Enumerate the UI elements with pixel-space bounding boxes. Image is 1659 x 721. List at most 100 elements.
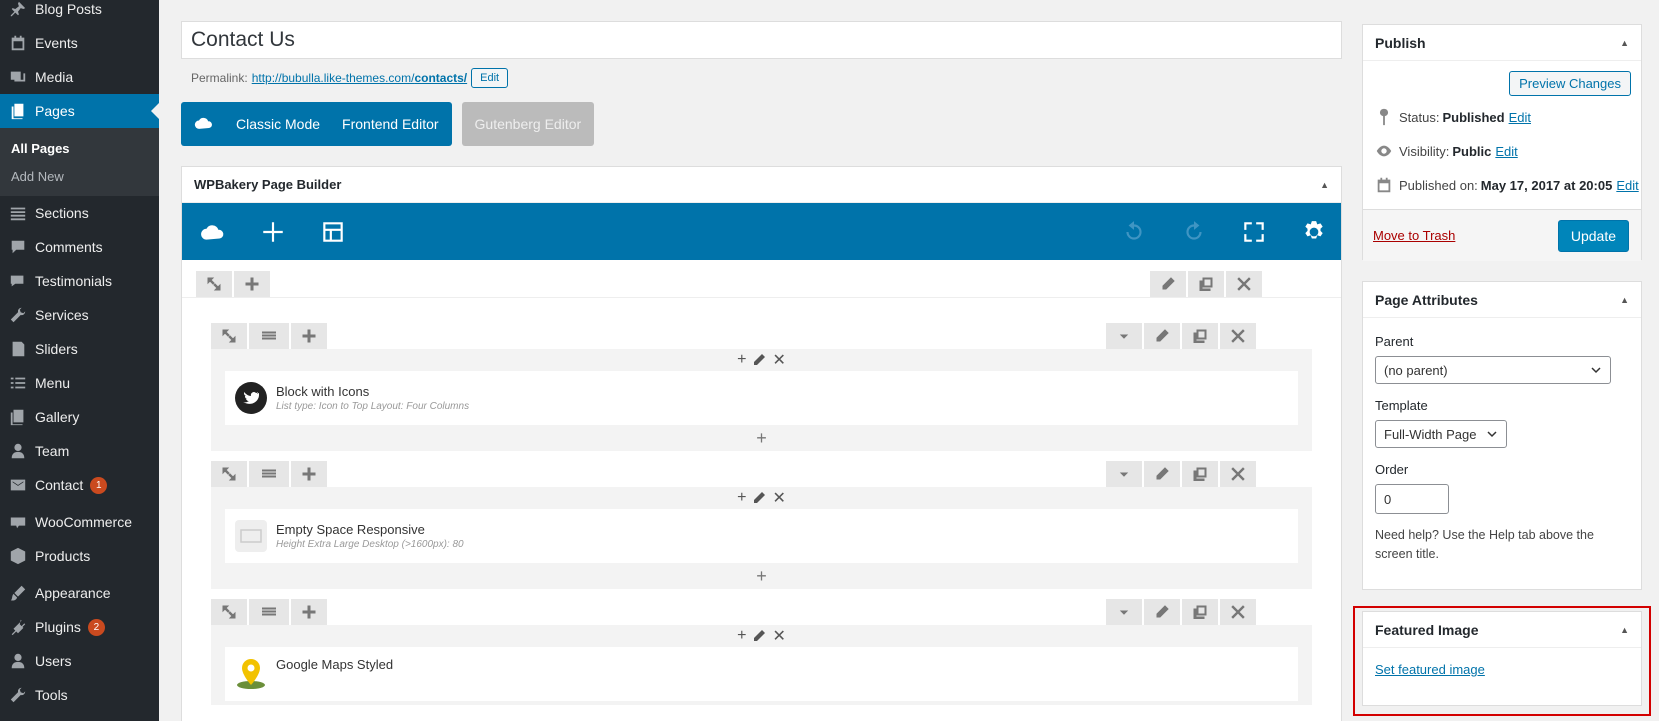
section-expand-icon[interactable] — [211, 599, 247, 625]
row-delete-icon[interactable] — [1226, 271, 1262, 297]
permalink-edit-button[interactable]: Edit — [471, 68, 509, 88]
row-add-icon[interactable] — [234, 271, 270, 297]
sidebar-item-pages[interactable]: Pages — [0, 94, 159, 128]
section-expand-icon[interactable] — [211, 461, 247, 487]
publish-header[interactable]: Publish ▲ — [1363, 25, 1641, 61]
settings-gear-icon[interactable] — [1297, 215, 1331, 249]
column-edit-icon[interactable] — [752, 353, 766, 367]
visibility-edit-link[interactable]: Edit — [1495, 144, 1517, 159]
page-attributes-header[interactable]: Page Attributes ▲ — [1363, 282, 1641, 318]
submenu-add-new[interactable]: Add New — [0, 162, 159, 190]
pin-icon — [8, 0, 28, 19]
column-add-icon[interactable]: + — [737, 351, 746, 369]
page-title-input[interactable] — [181, 21, 1342, 59]
frontend-editor-button[interactable]: Frontend Editor — [342, 116, 439, 132]
order-input[interactable] — [1375, 484, 1449, 514]
sidebar-item-label: Gallery — [35, 409, 80, 425]
row-edit-icon[interactable] — [1150, 271, 1186, 297]
section-dropdown-icon[interactable] — [1106, 599, 1142, 625]
section-add-icon[interactable] — [291, 461, 327, 487]
template-select[interactable]: Full-Width Page — [1375, 420, 1507, 448]
column-delete-icon[interactable]: ✕ — [772, 626, 785, 646]
status-edit-link[interactable]: Edit — [1509, 110, 1531, 125]
sidebar-item-appearance[interactable]: Appearance — [0, 576, 159, 610]
section-edit-icon[interactable] — [1144, 599, 1180, 625]
column-delete-icon[interactable]: ✕ — [772, 350, 785, 370]
templates-icon[interactable] — [316, 215, 350, 249]
column-add-icon[interactable]: + — [737, 627, 746, 645]
submenu-all-pages[interactable]: All Pages — [0, 134, 159, 162]
wpbakery-cloud-icon[interactable] — [196, 215, 230, 249]
classic-mode-button[interactable]: Classic Mode — [236, 116, 320, 132]
sidebar-item-users[interactable]: Users — [0, 644, 159, 678]
undo-icon[interactable] — [1117, 215, 1151, 249]
sidebar-item-services[interactable]: Services — [0, 298, 159, 332]
section-expand-icon[interactable] — [211, 323, 247, 349]
section-dropdown-icon[interactable] — [1106, 461, 1142, 487]
column-edit-icon[interactable] — [752, 491, 766, 505]
add-element-below-icon[interactable]: + — [211, 425, 1312, 451]
add-element-icon[interactable] — [256, 215, 290, 249]
parent-select[interactable]: (no parent) — [1375, 356, 1611, 384]
visibility-value: Public — [1452, 143, 1492, 159]
sidebar-item-products[interactable]: Products — [0, 539, 159, 573]
sidebar-item-tools[interactable]: Tools — [0, 678, 159, 712]
update-button[interactable]: Update — [1557, 219, 1629, 252]
collapse-arrow-icon[interactable]: ▲ — [1620, 295, 1629, 305]
sidebar-item-sections[interactable]: Sections — [0, 196, 159, 230]
sidebar-item-plugins[interactable]: Plugins 2 — [0, 610, 159, 644]
section-delete-icon[interactable] — [1220, 461, 1256, 487]
section-dropdown-icon[interactable] — [1106, 323, 1142, 349]
column-edit-icon[interactable] — [752, 629, 766, 643]
redo-icon[interactable] — [1177, 215, 1211, 249]
section-delete-icon[interactable] — [1220, 599, 1256, 625]
sidebar-item-team[interactable]: Team — [0, 434, 159, 468]
element-empty-space[interactable]: Empty Space Responsive Height Extra Larg… — [225, 509, 1298, 563]
permalink-link[interactable]: http://bubulla.like-themes.com/contacts/ — [252, 71, 467, 85]
sidebar-item-testimonials[interactable]: Testimonials — [0, 264, 159, 298]
section-edit-icon[interactable] — [1144, 461, 1180, 487]
section-clone-icon[interactable] — [1182, 599, 1218, 625]
pin-icon — [1379, 108, 1389, 126]
section-delete-icon[interactable] — [1220, 323, 1256, 349]
wpbakery-toolbar — [182, 203, 1341, 260]
row-expand-icon[interactable] — [196, 271, 232, 297]
calendar-icon — [8, 33, 28, 53]
move-to-trash-link[interactable]: Move to Trash — [1373, 228, 1455, 243]
row-clone-icon[interactable] — [1188, 271, 1224, 297]
sidebar-item-menu[interactable]: Menu — [0, 366, 159, 400]
collapse-arrow-icon[interactable]: ▲ — [1620, 38, 1629, 48]
section-drag-handle-icon[interactable] — [249, 599, 289, 625]
collapse-arrow-icon[interactable]: ▲ — [1320, 180, 1329, 190]
mail-icon — [8, 475, 28, 495]
section-drag-handle-icon[interactable] — [249, 323, 289, 349]
element-block-with-icons[interactable]: Block with Icons List type: Icon to Top … — [225, 371, 1298, 425]
column-add-icon[interactable]: + — [737, 489, 746, 507]
section-add-icon[interactable] — [291, 599, 327, 625]
section-clone-icon[interactable] — [1182, 461, 1218, 487]
element-subtitle: Height Extra Large Desktop (>1600px): 80 — [276, 539, 464, 550]
wpbakery-header[interactable]: WPBakery Page Builder ▲ — [182, 167, 1341, 203]
sidebar-item-contact[interactable]: Contact 1 — [0, 468, 159, 502]
sidebar-item-woocommerce[interactable]: WooCommerce — [0, 505, 159, 539]
preview-changes-button[interactable]: Preview Changes — [1509, 71, 1631, 96]
section-edit-icon[interactable] — [1144, 323, 1180, 349]
sidebar-item-gallery[interactable]: Gallery — [0, 400, 159, 434]
element-title: Google Maps Styled — [276, 657, 394, 672]
sidebar-item-blog-posts[interactable]: Blog Posts — [0, 0, 159, 26]
section-add-icon[interactable] — [291, 323, 327, 349]
sidebar-item-comments[interactable]: Comments — [0, 230, 159, 264]
published-edit-link[interactable]: Edit — [1616, 178, 1638, 193]
section-clone-icon[interactable] — [1182, 323, 1218, 349]
sidebar-item-sliders[interactable]: Sliders — [0, 332, 159, 366]
column-delete-icon[interactable]: ✕ — [772, 488, 785, 508]
gutenberg-editor-button[interactable]: Gutenberg Editor — [461, 102, 595, 146]
column-tools: + ✕ — [211, 625, 1312, 647]
sidebar-item-media[interactable]: Media — [0, 60, 159, 94]
element-google-maps[interactable]: Google Maps Styled — [225, 647, 1298, 701]
section-drag-handle-icon[interactable] — [249, 461, 289, 487]
fullscreen-icon[interactable] — [1237, 215, 1271, 249]
sidebar-item-label: Media — [35, 69, 74, 85]
add-element-below-icon[interactable]: + — [211, 563, 1312, 589]
sidebar-item-events[interactable]: Events — [0, 26, 159, 60]
